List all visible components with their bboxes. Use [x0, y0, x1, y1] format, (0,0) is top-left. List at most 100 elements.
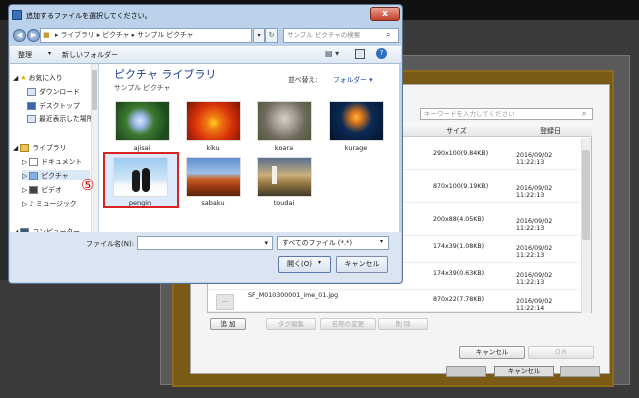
- file-thumbnail-koara[interactable]: [257, 101, 312, 141]
- chevron-down-icon[interactable]: ▾: [253, 28, 265, 43]
- footer-cancel-button[interactable]: キャンセル: [494, 366, 554, 377]
- file-thumbnail-icon: —: [216, 294, 234, 310]
- file-name-koara[interactable]: koara: [254, 144, 314, 152]
- step-marker: ⑤: [81, 176, 95, 194]
- nav-videos-label: ビデオ: [41, 186, 62, 194]
- chevron-down-icon[interactable]: ▾: [48, 50, 51, 57]
- nav-pictures-label: ピクチャ: [41, 172, 69, 180]
- row-date: 2016/09/02 11:22:13: [516, 185, 559, 199]
- nav-scrollbar-thumb[interactable]: [92, 70, 97, 110]
- nav-recent[interactable]: 最近表示した場所: [27, 113, 93, 123]
- row-size: 174x39(1.08KB): [433, 243, 485, 250]
- delete-button[interactable]: 削 除: [378, 318, 428, 330]
- nav-favorites-label: お気に入り: [28, 74, 63, 82]
- chevron-down-icon[interactable]: ▾: [318, 259, 321, 266]
- nav-music[interactable]: ▷ ♪ ミュージック: [22, 198, 77, 208]
- file-thumbnail-ajisai[interactable]: [115, 101, 170, 141]
- rename-button[interactable]: 名称の変更: [320, 318, 376, 330]
- new-folder-button[interactable]: 新しいフォルダー: [62, 50, 118, 60]
- organize-menu[interactable]: 整理: [18, 50, 32, 60]
- footer-button[interactable]: [560, 366, 600, 377]
- nav-desktop[interactable]: デスクトップ: [27, 100, 80, 110]
- cancel-button[interactable]: キャンセル: [336, 256, 388, 273]
- row-date: 2016/09/02 11:22:13: [516, 245, 559, 259]
- nav-favorites[interactable]: ◢ ★ お気に入り: [13, 72, 63, 82]
- filetype-select[interactable]: すべてのファイル (*.*): [277, 236, 389, 250]
- file-thumbnail-kiku[interactable]: [186, 101, 241, 141]
- row-size: 870x22(7.78KB): [433, 296, 485, 303]
- file-name-kurage[interactable]: kurage: [326, 144, 386, 152]
- library-subtitle: サンプル ピクチャ: [114, 84, 171, 92]
- column-header-size[interactable]: サイズ: [446, 126, 467, 136]
- footer-button[interactable]: [446, 366, 486, 377]
- music-icon: ♪: [29, 200, 34, 208]
- nav-desktop-label: デスクトップ: [39, 102, 80, 110]
- table-row[interactable]: — SF_M010300001_ime_01.jpg 870x22(7.78KB) 2…: [208, 286, 580, 312]
- folder-search-input[interactable]: サンプル ピクチャの検索: [283, 28, 399, 43]
- manager-cancel-button[interactable]: キャンセル: [459, 346, 525, 359]
- nav-pictures[interactable]: ▷ ピクチャ: [22, 170, 90, 180]
- row-size: 870x100(9.19KB): [433, 183, 489, 190]
- sort-label: 並べ替え:: [288, 76, 318, 84]
- file-thumbnail-toudai[interactable]: [257, 157, 312, 197]
- nav-recent-label: 最近表示した場所: [39, 115, 94, 123]
- nav-documents[interactable]: ▷ ドキュメント: [22, 156, 82, 166]
- lighthouse-shape: [272, 166, 277, 184]
- chevron-down-icon[interactable]: ▾: [380, 238, 383, 245]
- pictures-icon: [29, 172, 39, 180]
- file-name-kiku[interactable]: kiku: [183, 144, 243, 152]
- row-date: 2016/09/02 11:22:13: [516, 218, 559, 232]
- file-name-ajisai[interactable]: ajisai: [112, 144, 172, 152]
- back-icon[interactable]: ◀: [13, 29, 26, 42]
- window-icon: [12, 10, 22, 20]
- row-date: 2016/09/02 11:22:13: [516, 152, 559, 166]
- row-date: 2016/09/02 11:22:14: [516, 298, 559, 312]
- row-size: 200x88(4.05KB): [433, 216, 485, 223]
- column-header-date[interactable]: 登録日: [540, 126, 561, 136]
- library-title: ピクチャ ライブラリ: [114, 68, 217, 81]
- star-icon: ★: [20, 74, 27, 82]
- nav-downloads-label: ダウンロード: [39, 88, 80, 96]
- grid-scrollbar-thumb[interactable]: [582, 150, 590, 240]
- keyword-search-input[interactable]: キーワードを入力してください: [420, 108, 593, 120]
- refresh-icon[interactable]: ↻: [265, 28, 278, 43]
- file-thumbnail-kurage[interactable]: [329, 101, 384, 141]
- close-button[interactable]: x: [370, 7, 400, 21]
- dialog-title: 追加するファイルを選択してください。: [26, 12, 152, 20]
- row-size: 174x39(0.63KB): [433, 270, 485, 277]
- filename-label: ファイル名(N):: [86, 240, 135, 248]
- view-options-icon[interactable]: ▤ ▾: [325, 49, 339, 58]
- row-date: 2016/09/02 11:22:13: [516, 272, 559, 286]
- row-filename: SF_M010300001_ime_01.jpg: [248, 292, 339, 299]
- nav-videos[interactable]: ▷ ビデオ: [22, 184, 62, 194]
- preview-pane-icon[interactable]: [355, 49, 365, 59]
- address-path[interactable]: ▸ ライブラリ ▸ ピクチャ ▸ サンプル ピクチャ: [40, 28, 252, 43]
- file-name-pengin[interactable]: pengin: [110, 199, 170, 207]
- help-icon[interactable]: ?: [376, 48, 387, 59]
- nav-documents-label: ドキュメント: [41, 158, 83, 166]
- row-size: 290x100(9.84KB): [433, 150, 489, 157]
- manager-ok-button[interactable]: ＯＫ: [528, 346, 594, 359]
- documents-icon: [29, 158, 39, 166]
- folder-icon: ■: [43, 31, 50, 39]
- edit-tag-button[interactable]: タグ編集: [266, 318, 316, 330]
- filename-input[interactable]: ▾: [137, 236, 273, 250]
- file-thumbnail-sabaku[interactable]: [186, 157, 241, 197]
- open-button[interactable]: 開く(O): [278, 256, 331, 273]
- add-button[interactable]: 追 加: [210, 318, 246, 330]
- search-icon[interactable]: ⌕: [582, 109, 586, 119]
- nav-libraries[interactable]: ◢ ライブラリ: [13, 142, 66, 152]
- forward-icon[interactable]: ▶: [27, 29, 40, 42]
- file-name-sabaku[interactable]: sabaku: [183, 199, 243, 207]
- nav-downloads[interactable]: ダウンロード: [27, 86, 80, 96]
- sort-dropdown[interactable]: フォルダー ▾: [333, 74, 373, 84]
- penguin-shape: [132, 170, 140, 192]
- videos-icon: [29, 186, 39, 194]
- desktop-icon: [27, 102, 36, 110]
- file-thumbnail-pengin[interactable]: [113, 157, 168, 197]
- file-name-toudai[interactable]: toudai: [254, 199, 314, 207]
- library-icon: [20, 144, 30, 152]
- search-icon[interactable]: ⌕: [386, 30, 390, 40]
- nav-libraries-label: ライブラリ: [32, 144, 67, 152]
- recent-places-icon: [27, 115, 36, 123]
